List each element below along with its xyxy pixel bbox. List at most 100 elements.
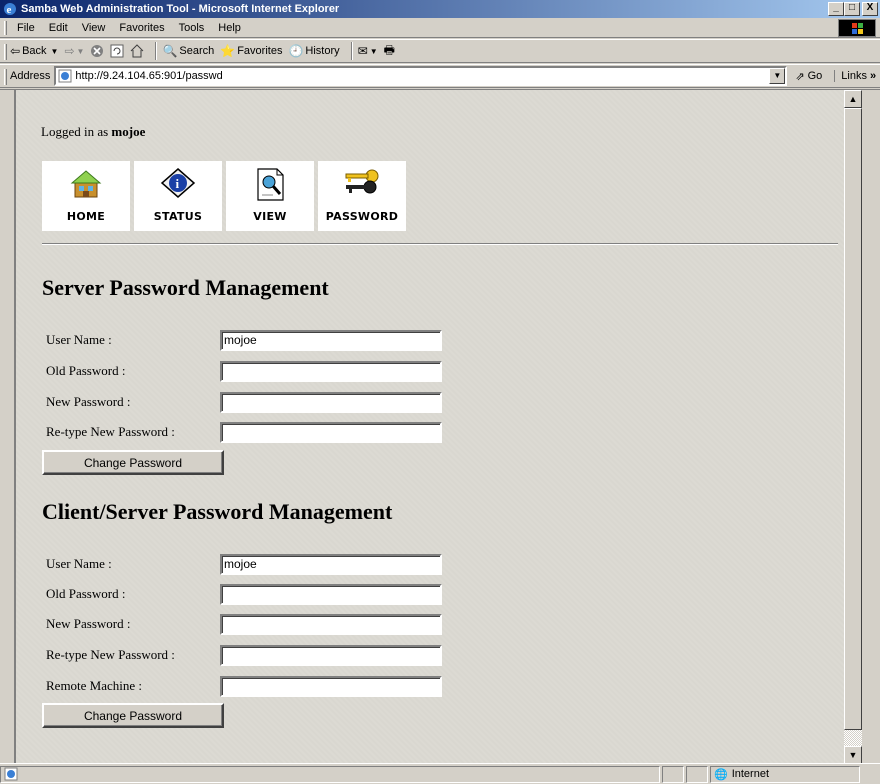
client-remote-machine-input[interactable]: [220, 675, 442, 697]
client-old-password-input[interactable]: [220, 583, 442, 605]
server-old-password-input[interactable]: [220, 360, 442, 382]
favorites-icon: ⭐: [220, 44, 236, 58]
links-button[interactable]: Links »: [834, 70, 876, 82]
password-keys-icon: [345, 169, 379, 194]
logged-in-username: mojoe: [111, 124, 146, 139]
server-retype-password-row: Re-type New Password :: [46, 421, 442, 443]
client-old-password-label: Old Password :: [46, 586, 126, 601]
nav-view-label: VIEW: [253, 210, 287, 223]
vertical-scrollbar[interactable]: ▲ ▼: [844, 90, 862, 764]
stop-button[interactable]: [90, 44, 104, 58]
address-grip: [4, 69, 7, 85]
history-button[interactable]: 🕘 History: [288, 44, 339, 58]
server-retype-password-input[interactable]: [220, 421, 442, 443]
forward-button[interactable]: ⇨ ▼: [64, 44, 84, 58]
mail-dropdown-icon[interactable]: ▼: [370, 47, 378, 56]
svg-text:e: e: [7, 4, 12, 16]
stop-icon: [91, 45, 104, 57]
status-panel-3: [686, 765, 708, 783]
client-new-password-input[interactable]: [220, 613, 442, 635]
nav-home-label: HOME: [66, 210, 106, 223]
nav-password[interactable]: PASSWORD: [318, 161, 406, 231]
mail-button[interactable]: ✉ ▼: [358, 44, 378, 58]
mail-icon: ✉: [357, 44, 368, 58]
status-panel-2: [662, 765, 684, 783]
windows-flag-icon: [852, 23, 863, 34]
server-old-password-row: Old Password :: [46, 360, 442, 382]
refresh-button[interactable]: [110, 44, 124, 58]
address-label: Address: [10, 70, 51, 82]
server-new-password-input[interactable]: [220, 391, 442, 413]
history-label: History: [305, 45, 340, 57]
client-retype-password-input[interactable]: [220, 644, 442, 666]
links-label: Links: [841, 70, 867, 82]
logged-in-prefix: Logged in as: [41, 124, 112, 139]
forward-dropdown-icon[interactable]: ▼: [77, 47, 85, 56]
window-title-bar[interactable]: e Samba Web Administration Tool - Micros…: [0, 0, 880, 18]
server-username-input[interactable]: [220, 329, 442, 351]
nav-status[interactable]: i STATUS: [134, 161, 222, 231]
menu-edit[interactable]: Edit: [42, 22, 75, 34]
scroll-thumb[interactable]: [844, 108, 862, 730]
search-button[interactable]: 🔍 Search: [162, 44, 214, 58]
search-label: Search: [179, 45, 215, 57]
address-bar: Address ▼ ⇗ Go Links »: [0, 64, 880, 88]
status-bar: 🌐 Internet: [0, 763, 880, 784]
go-label: Go: [807, 70, 823, 82]
menu-help[interactable]: Help: [211, 22, 248, 34]
refresh-icon: [110, 44, 124, 58]
toolbar-separator: [155, 42, 158, 60]
server-old-password-label: Old Password :: [46, 363, 126, 378]
back-dropdown-icon[interactable]: ▼: [51, 47, 59, 56]
server-change-password-button[interactable]: Change Password: [42, 450, 224, 475]
menu-bar: File Edit View Favorites Tools Help: [0, 18, 880, 38]
browser-viewport: Logged in as mojoe HOME i STATUS VIEW PA…: [0, 89, 880, 764]
back-label: Back: [22, 45, 47, 57]
close-button[interactable]: X: [862, 2, 878, 16]
standard-toolbar: ⇦ Back ▼ ⇨ ▼ 🔍 Search ⭐ Favorites 🕘 Hist…: [0, 39, 880, 63]
nav-home[interactable]: HOME: [42, 161, 130, 231]
scroll-down-button[interactable]: ▼: [844, 746, 862, 764]
server-new-password-row: New Password :: [46, 391, 442, 413]
windows-logo-throbber: [838, 19, 876, 37]
menu-favorites[interactable]: Favorites: [112, 22, 171, 34]
address-input[interactable]: [75, 70, 770, 82]
nav-view[interactable]: VIEW: [226, 161, 314, 231]
address-box[interactable]: ▼: [54, 66, 788, 86]
client-new-password-row: New Password :: [46, 613, 442, 635]
menu-file[interactable]: File: [10, 22, 42, 34]
internet-zone-icon: 🌐: [714, 768, 728, 781]
logged-in-text: Logged in as mojoe: [41, 124, 145, 140]
back-arrow-icon: ⇦: [10, 44, 21, 58]
toolbar-grip: [4, 44, 7, 60]
status-zone-panel: 🌐 Internet: [710, 765, 860, 783]
search-icon: 🔍: [162, 44, 178, 58]
minimize-button[interactable]: _: [828, 2, 844, 16]
client-section-heading: Client/Server Password Management: [42, 499, 393, 524]
client-username-label: User Name :: [46, 556, 112, 571]
nav-status-label: STATUS: [153, 210, 203, 223]
client-remote-machine-row: Remote Machine :: [46, 675, 442, 697]
maximize-button[interactable]: □: [844, 2, 860, 16]
viewport-left-frame: [0, 90, 14, 764]
address-dropdown-button[interactable]: ▼: [769, 68, 786, 84]
menu-tools[interactable]: Tools: [172, 22, 212, 34]
server-section-heading: Server Password Management: [42, 275, 329, 300]
client-new-password-label: New Password :: [46, 616, 131, 631]
home-icon: [70, 170, 102, 198]
client-old-password-row: Old Password :: [46, 583, 442, 605]
client-username-input[interactable]: [220, 553, 442, 575]
server-username-label: User Name :: [46, 332, 112, 347]
favorites-button[interactable]: ⭐ Favorites: [220, 44, 282, 58]
home-button[interactable]: [130, 44, 144, 58]
print-button[interactable]: 🖶: [384, 41, 397, 62]
go-button[interactable]: ⇗ Go: [795, 70, 822, 83]
scroll-up-button[interactable]: ▲: [844, 90, 862, 108]
page-status-icon: [4, 767, 18, 781]
page-content: Logged in as mojoe HOME i STATUS VIEW PA…: [14, 90, 862, 764]
back-button[interactable]: ⇦ Back ▼: [10, 44, 58, 58]
client-change-password-button[interactable]: Change Password: [42, 703, 224, 728]
menu-view[interactable]: View: [75, 22, 113, 34]
page-icon: [58, 69, 72, 83]
nav-tiles: HOME i STATUS VIEW PASSWORD: [42, 161, 406, 231]
